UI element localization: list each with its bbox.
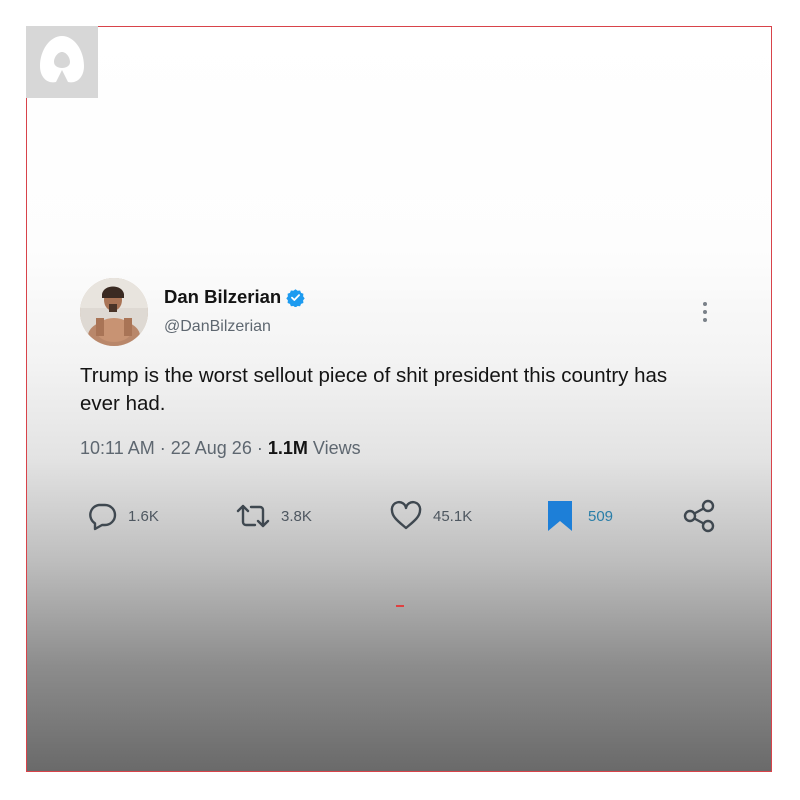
share-icon	[683, 499, 715, 533]
verified-badge-icon	[286, 288, 305, 307]
display-name[interactable]: Dan Bilzerian	[164, 286, 281, 308]
accent-mark	[396, 605, 404, 607]
author-name-row[interactable]: Dan Bilzerian	[164, 286, 305, 308]
reply-count: 1.6K	[128, 507, 159, 525]
speech-bubble-icon	[89, 503, 117, 531]
views-label: Views	[312, 438, 361, 458]
bookmark-icon	[548, 501, 572, 531]
channel-logo	[26, 26, 98, 98]
views-count: 1.1M	[267, 438, 308, 458]
heart-icon	[390, 500, 422, 530]
share-button[interactable]	[682, 496, 716, 536]
tweet-text: Trump is the worst sellout piece of shit…	[80, 364, 668, 415]
meta-separator: ·	[159, 438, 166, 458]
bookmark-count: 509	[588, 507, 614, 525]
retweet-button[interactable]: 3.8K	[235, 496, 312, 536]
retweet-arrows-icon	[236, 504, 270, 528]
like-count: 45.1K	[433, 507, 473, 525]
action-bar: 1.6K 3.8K 45.1K 509	[80, 496, 740, 536]
user-handle[interactable]: @DanBilzerian	[164, 318, 271, 336]
tweet-date[interactable]: 22 Aug 26	[171, 438, 252, 458]
meta-separator: ·	[256, 438, 263, 458]
tweet-time[interactable]: 10:11 AM	[80, 438, 155, 458]
avatar[interactable]	[80, 278, 148, 346]
retweet-count: 3.8K	[281, 507, 312, 525]
like-button[interactable]: 45.1K	[389, 496, 472, 536]
reply-button[interactable]: 1.6K	[86, 496, 159, 536]
vertical-dots-icon[interactable]	[698, 300, 712, 324]
tweet-meta: 10:11 AM · 22 Aug 26 · 1.1M Views	[80, 438, 361, 459]
bookmark-button[interactable]: 509	[546, 496, 613, 536]
